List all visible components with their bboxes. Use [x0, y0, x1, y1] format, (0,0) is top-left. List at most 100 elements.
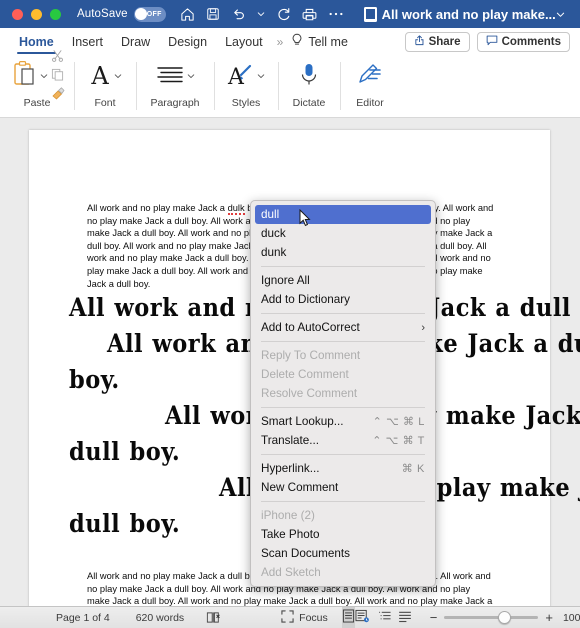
maximize-window-button[interactable] — [50, 8, 61, 20]
proofing-errors-icon[interactable] — [206, 611, 221, 624]
menu-item-duck[interactable]: duck — [251, 224, 435, 243]
font-label: Font — [94, 97, 116, 109]
view-outline-button[interactable] — [378, 607, 392, 628]
paragraph-label: Paragraph — [150, 97, 200, 109]
menu-item-new-comment[interactable]: New Comment — [251, 478, 435, 497]
menu-separator — [261, 266, 425, 267]
menu-item-hyperlink-label: Hyperlink... — [261, 462, 320, 475]
menu-item-delete-comment: Delete Comment — [251, 365, 435, 384]
zoom-in-button[interactable]: + — [545, 610, 553, 625]
menu-separator — [261, 313, 425, 314]
menu-item-hyperlink[interactable]: Hyperlink... ⌘ K — [251, 459, 435, 478]
copy-icon[interactable] — [51, 68, 65, 86]
paste-chevron-down-icon[interactable] — [40, 72, 48, 82]
styles-label: Styles — [231, 97, 261, 109]
font-icon[interactable]: A — [88, 62, 112, 93]
menu-separator — [261, 501, 425, 502]
cut-icon[interactable] — [51, 49, 65, 67]
menu-item-dull[interactable]: dull — [255, 205, 431, 224]
ribbon-group-font: A Font — [74, 55, 136, 117]
focus-icon — [281, 609, 294, 626]
menu-item-smart-lookup[interactable]: Smart Lookup... ⌃ ⌥ ⌘ L — [251, 412, 435, 431]
font-chevron-down-icon[interactable] — [114, 72, 122, 82]
home-icon[interactable] — [180, 7, 195, 22]
close-window-button[interactable] — [12, 8, 23, 20]
menu-item-add-to-autocorrect[interactable]: Add to AutoCorrect › — [251, 318, 435, 337]
draft-icon — [398, 610, 412, 626]
menu-item-take-photo[interactable]: Take Photo — [251, 525, 435, 544]
ribbon-group-styles: A Styles — [214, 55, 278, 117]
quick-access-toolbar — [180, 7, 344, 22]
paragraph-icon[interactable] — [155, 63, 185, 92]
zoom-out-button[interactable]: − — [430, 610, 438, 625]
ribbon-overflow-icon[interactable]: » — [272, 35, 288, 49]
title-chevron-down-icon[interactable] — [556, 10, 565, 19]
misspelled-word[interactable]: dulk — [227, 203, 245, 215]
focus-label: Focus — [299, 611, 328, 624]
tell-me-button[interactable]: Tell me — [287, 33, 348, 50]
menu-item-translate[interactable]: Translate... ⌃ ⌥ ⌘ T — [251, 431, 435, 450]
font-group-icons: A — [88, 59, 122, 95]
menu-item-dull-label: dull — [261, 208, 280, 221]
redo-icon[interactable] — [276, 7, 291, 22]
comments-button[interactable]: Comments — [476, 31, 570, 52]
ribbon-right-buttons: Share Comments — [404, 31, 570, 52]
menu-item-scan-documents[interactable]: Scan Documents — [251, 544, 435, 563]
comments-label: Comments — [501, 35, 561, 48]
menu-item-translate-label: Translate... — [261, 434, 320, 447]
menu-item-hyperlink-shortcut: ⌘ K — [401, 463, 425, 475]
zoom-slider-handle[interactable] — [498, 611, 512, 624]
page-indicator[interactable]: Page 1 of 4 — [56, 612, 110, 624]
tab-insert-label: Insert — [71, 34, 103, 49]
minimize-window-button[interactable] — [31, 8, 42, 20]
menu-item-add-to-dictionary[interactable]: Add to Dictionary — [251, 290, 435, 309]
menu-item-take-photo-label: Take Photo — [261, 528, 320, 541]
focus-button[interactable]: Focus — [281, 609, 328, 626]
dictate-label: Dictate — [292, 97, 326, 109]
styles-icon[interactable]: A — [227, 62, 255, 93]
word-window: AutoSave OFF W All work and no play make… — [0, 0, 580, 628]
tab-design[interactable]: Design — [159, 28, 216, 55]
print-icon[interactable] — [302, 7, 317, 22]
dictate-icon[interactable] — [298, 62, 320, 93]
save-icon[interactable] — [206, 7, 220, 21]
share-label: Share — [428, 35, 461, 48]
svg-text:A: A — [227, 65, 245, 88]
undo-chevron-down-icon[interactable] — [257, 10, 265, 18]
view-print-layout-button[interactable] — [341, 606, 355, 628]
tab-layout[interactable]: Layout — [216, 28, 272, 55]
format-painter-icon[interactable] — [51, 87, 65, 105]
document-title: All work and no play make... — [381, 6, 556, 22]
autosave-label: AutoSave — [77, 8, 128, 20]
styles-group-icons: A — [227, 59, 265, 95]
tab-home-label: Home — [19, 34, 54, 49]
view-web-layout-button[interactable] — [355, 607, 370, 628]
menu-item-ignore-all[interactable]: Ignore All — [251, 271, 435, 290]
styles-chevron-down-icon[interactable] — [257, 72, 265, 82]
share-button[interactable]: Share — [404, 31, 470, 52]
menu-item-add-to-autocorrect-label: Add to AutoCorrect — [261, 321, 360, 334]
paste-icon[interactable] — [10, 60, 38, 95]
menu-item-dunk-label: dunk — [261, 246, 287, 259]
menu-item-scan-documents-label: Scan Documents — [261, 547, 350, 560]
tab-insert[interactable]: Insert — [63, 28, 112, 55]
autosave-toggle[interactable]: OFF — [133, 6, 166, 22]
zoom-control[interactable]: − + — [430, 610, 553, 625]
tell-me-label: Tell me — [308, 34, 348, 49]
word-count[interactable]: 620 words — [136, 612, 184, 624]
zoom-slider[interactable] — [444, 611, 539, 624]
menu-item-smart-lookup-label: Smart Lookup... — [261, 415, 344, 428]
zoom-level-label[interactable]: 100% — [563, 612, 580, 624]
document-title-area[interactable]: W All work and no play make... — [363, 6, 556, 22]
more-options-icon[interactable] — [328, 11, 344, 17]
tab-draw[interactable]: Draw — [112, 28, 159, 55]
paragraph-chevron-down-icon[interactable] — [187, 72, 195, 82]
view-draft-button[interactable] — [398, 607, 412, 628]
undo-icon[interactable] — [231, 7, 246, 22]
menu-item-translate-shortcut: ⌃ ⌥ ⌘ T — [372, 435, 425, 447]
menu-item-duck-label: duck — [261, 227, 286, 240]
status-bar: Page 1 of 4 620 words Focus − + 100 — [0, 606, 580, 628]
menu-item-dunk[interactable]: dunk — [251, 243, 435, 262]
spelling-context-menu[interactable]: dull duck dunk Ignore All Add to Diction… — [250, 200, 436, 587]
editor-icon[interactable] — [357, 62, 383, 93]
